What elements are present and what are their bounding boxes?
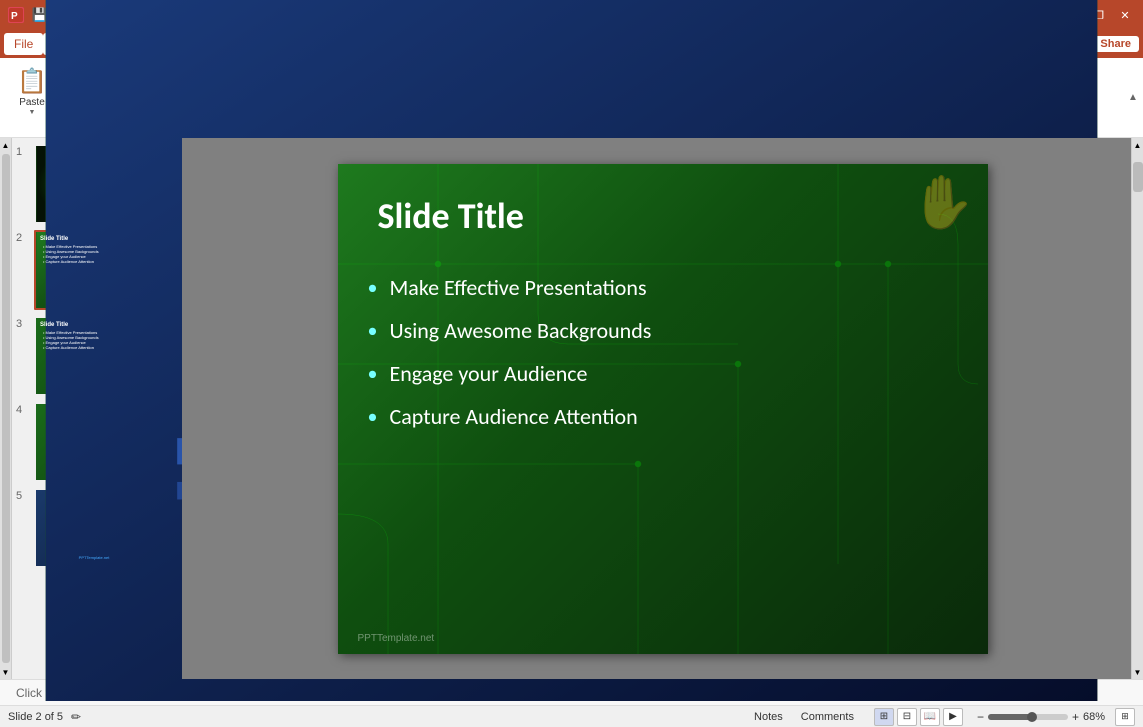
slide-item-5[interactable]: 5 PPTTemplate.net bbox=[16, 488, 177, 568]
zoom-out-btn[interactable]: − bbox=[977, 710, 984, 724]
bullet-4: • Capture Audience Attention bbox=[368, 403, 968, 430]
notes-edit-icon[interactable]: ✏ bbox=[71, 710, 81, 724]
slide-sorter-btn[interactable]: ⊟ bbox=[897, 708, 917, 726]
slide-bullets[interactable]: • Make Effective Presentations • Using A… bbox=[368, 274, 968, 446]
notes-btn[interactable]: Notes bbox=[748, 711, 789, 723]
bullet-3: • Engage your Audience bbox=[368, 360, 968, 387]
normal-view-btn[interactable]: ⊞ bbox=[874, 708, 894, 726]
bullet-dot-3: • bbox=[368, 362, 378, 386]
slide-area-vscroll: ▲ ▼ bbox=[1131, 138, 1143, 679]
bullet-dot-1: • bbox=[368, 276, 378, 300]
comments-btn[interactable]: Comments bbox=[795, 711, 860, 723]
slide-title[interactable]: Slide Title bbox=[378, 194, 524, 238]
slide-area: ✋ Slide Title • Make Effective Presentat… bbox=[182, 138, 1143, 679]
zoom-slider[interactable] bbox=[988, 714, 1068, 720]
slideshow-view-btn[interactable]: ▶ bbox=[943, 708, 963, 726]
bullet-1: • Make Effective Presentations bbox=[368, 274, 968, 301]
handprint-decoration: ✋ bbox=[911, 172, 976, 233]
view-buttons: ⊞ ⊟ 📖 ▶ bbox=[874, 708, 963, 726]
status-left: Slide 2 of 5 ✏ bbox=[8, 710, 81, 724]
zoom-level: 68% bbox=[1083, 711, 1111, 723]
bullet-dot-4: • bbox=[368, 405, 378, 429]
slide-count: Slide 2 of 5 bbox=[8, 711, 63, 723]
bullet-dot-2: • bbox=[368, 319, 378, 343]
fit-window-btn[interactable]: ⊞ bbox=[1115, 708, 1135, 726]
zoom-controls: − + 68% ⊞ bbox=[977, 708, 1135, 726]
zoom-in-btn[interactable]: + bbox=[1072, 710, 1079, 724]
vscroll-thumb[interactable] bbox=[1133, 162, 1143, 192]
slide-thumb-5[interactable]: PPTTemplate.net bbox=[34, 488, 154, 568]
zoom-handle[interactable] bbox=[1027, 712, 1037, 722]
slide-panel: 1 Security Template bbox=[12, 138, 182, 679]
bullet-2: • Using Awesome Backgrounds bbox=[368, 317, 968, 344]
slide-5-url: PPTTemplate.net bbox=[79, 555, 110, 560]
vscroll-track bbox=[1132, 152, 1143, 665]
slide-watermark: PPTTemplate.net bbox=[358, 633, 435, 644]
slide-canvas[interactable]: ✋ Slide Title • Make Effective Presentat… bbox=[338, 164, 988, 654]
main-content: ▲ ▼ 1 bbox=[0, 138, 1143, 679]
status-bar: Slide 2 of 5 ✏ Notes Comments ⊞ ⊟ 📖 ▶ − … bbox=[0, 705, 1143, 727]
vscroll-down-btn[interactable]: ▼ bbox=[1132, 665, 1143, 679]
reading-view-btn[interactable]: 📖 bbox=[920, 708, 940, 726]
vscroll-up-btn[interactable]: ▲ bbox=[1132, 138, 1143, 152]
status-right: Notes Comments ⊞ ⊟ 📖 ▶ − + 68% ⊞ bbox=[748, 708, 1135, 726]
